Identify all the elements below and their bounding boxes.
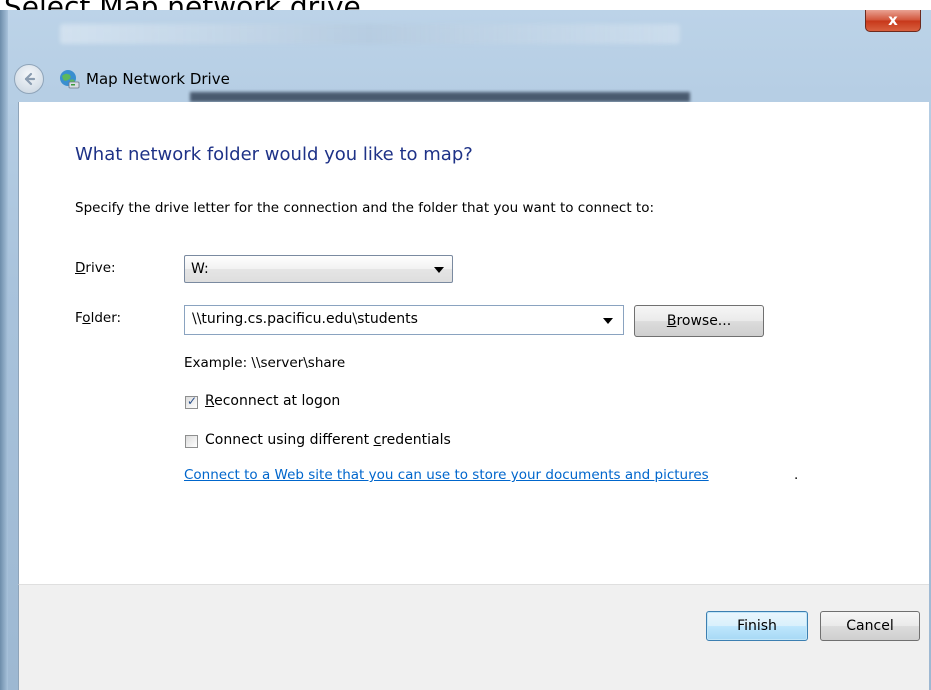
folder-input[interactable]: \\turing.cs.pacificu.edu\students <box>184 305 624 335</box>
back-button[interactable] <box>14 64 44 94</box>
folder-label: Folder: <box>75 310 122 326</box>
dialog-heading: What network folder would you like to ma… <box>75 144 473 165</box>
folder-example: Example: \\server\share <box>184 355 346 371</box>
background-window-strip <box>190 92 690 102</box>
folder-input-value: \\turing.cs.pacificu.edu\students <box>192 311 418 327</box>
credentials-label[interactable]: Connect using different credentials <box>205 432 451 448</box>
credentials-checkbox[interactable] <box>185 435 198 448</box>
titlebar: Map Network Drive <box>14 58 230 100</box>
background-window-toolbar <box>60 24 680 44</box>
web-site-link-period: . <box>794 467 799 483</box>
cancel-button[interactable]: Cancel <box>820 611 920 641</box>
browse-button[interactable]: Browse... <box>634 305 764 337</box>
drive-select-value: W: <box>191 261 209 277</box>
chevron-down-icon <box>434 267 444 273</box>
chevron-down-icon[interactable] <box>603 318 613 324</box>
drive-label: Drive: <box>75 260 116 276</box>
finish-button[interactable]: Finish <box>706 611 808 641</box>
checkmark-icon: ✓ <box>187 394 198 408</box>
map-network-drive-window: x Map Network Drive What network folder … <box>0 10 931 690</box>
reconnect-label[interactable]: Reconnect at logon <box>205 393 340 409</box>
reconnect-checkbox[interactable]: ✓ <box>185 394 198 409</box>
network-drive-icon <box>60 70 80 89</box>
drive-select[interactable]: W: <box>184 255 453 283</box>
window-title: Map Network Drive <box>86 70 230 88</box>
dialog-instructions: Specify the drive letter for the connect… <box>75 200 655 216</box>
dialog-footer: Finish Cancel <box>18 584 929 690</box>
close-button[interactable]: x <box>865 10 921 32</box>
back-arrow-icon <box>24 72 36 86</box>
dialog-content: What network folder would you like to ma… <box>18 102 929 584</box>
web-site-link[interactable]: Connect to a Web site that you can use t… <box>184 467 709 483</box>
window-frame-edge <box>0 10 8 690</box>
